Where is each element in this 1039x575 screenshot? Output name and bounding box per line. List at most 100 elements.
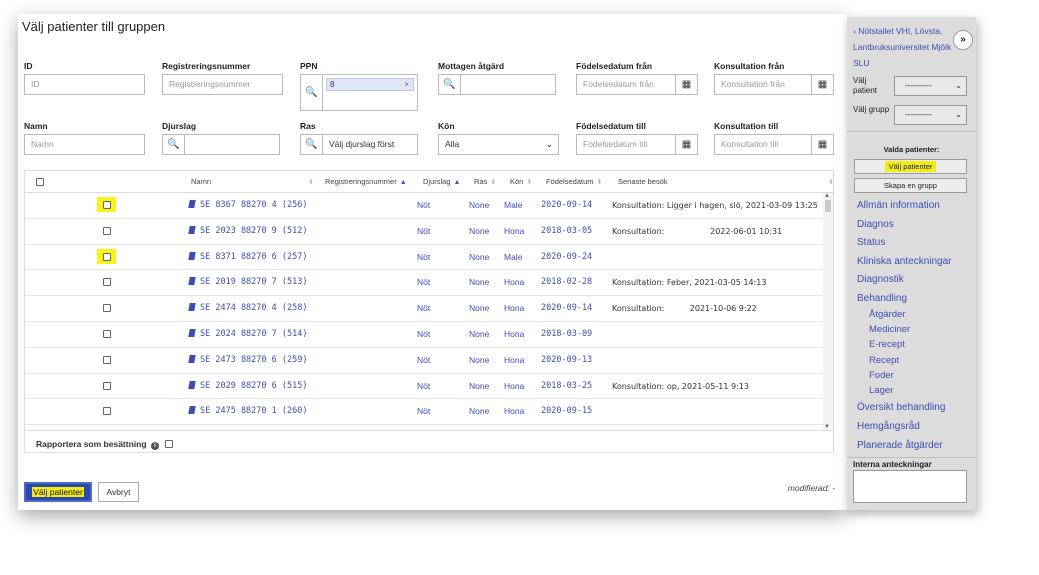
table-scrollbar[interactable]: ▲ ▼ <box>823 193 833 430</box>
sidebar-nav-item[interactable]: Översikt behandling <box>857 402 945 413</box>
sort-asc-icon: ▲ <box>399 179 407 186</box>
konsult-till-input[interactable]: Konsultation till ▦ <box>714 134 834 155</box>
select-all-checkbox[interactable] <box>36 178 44 186</box>
sidebar-nav-item[interactable]: Foder <box>869 370 894 381</box>
collapse-sidebar-button[interactable]: » <box>953 30 973 50</box>
sidebar-nav-item[interactable]: Hemgångsråd <box>857 421 920 432</box>
valj-grupp-select[interactable]: ---------- ⌄ <box>894 105 967 125</box>
location-line-3: SLU <box>853 58 870 68</box>
sidebar-nav-item[interactable]: Status <box>857 237 885 248</box>
col-kon-label: Kön <box>510 177 524 186</box>
fodelse-till-input[interactable]: Födelsedatum till ▦ <box>576 134 698 155</box>
scroll-up-icon[interactable]: ▲ <box>824 193 830 199</box>
col-namn[interactable]: Namn <box>191 171 211 193</box>
row-checkbox[interactable] <box>103 252 111 261</box>
col-senaste-sort[interactable]: ⬍ <box>825 171 834 193</box>
row-checkbox[interactable] <box>103 381 111 390</box>
valda-patienter-label: Valda patienter: <box>883 145 940 154</box>
sidebar-nav-item[interactable]: Recept <box>869 355 899 366</box>
valj-patient-select[interactable]: ---------- ⌄ <box>894 76 967 96</box>
col-kon[interactable]: Kön ⬍ <box>510 171 532 193</box>
patient-link[interactable]: SE 2473 88270 6 (259) <box>188 348 307 373</box>
internal-notes-textarea[interactable] <box>853 470 967 503</box>
table-row[interactable]: SE 2474 88270 4 (258) Nöt None Hona 2020-09-… <box>25 296 825 322</box>
table-row[interactable]: SE 8371 88270 6 (257) Nöt None Male 2020-09-… <box>25 245 825 271</box>
patient-name: SE 2019 88270 7 (513) <box>200 277 308 288</box>
col-senaste[interactable]: Senaste besök <box>618 171 668 193</box>
id-label: ID <box>24 61 33 71</box>
row-checkbox[interactable] <box>103 330 111 338</box>
col-ras-label: Ras <box>474 177 488 186</box>
sidebar-nav-item[interactable]: Diagnos <box>857 219 894 230</box>
kon-select[interactable]: Alla ⌄ <box>438 134 559 155</box>
col-regnr[interactable]: Registreringsnummer ▲ <box>325 171 407 193</box>
sidebar-nav-item[interactable]: Behandling <box>857 293 907 304</box>
patient-link[interactable]: SE 8371 88270 6 (257) <box>188 245 307 270</box>
patient-link[interactable]: SE 2019 88270 7 (513) <box>188 270 308 295</box>
breed-cell: None <box>469 200 490 210</box>
table-row[interactable]: SE 2475 88270 1 (260) Nöt None Hona 2020-09-… <box>25 399 825 426</box>
location-header[interactable]: › Nötstallet VHI, Lövsta, Lantbruksunive… <box>853 23 965 71</box>
create-group-button[interactable]: Skapa en grupp <box>854 178 967 193</box>
table-row[interactable]: SE 8367 88270 4 (256) Nöt None Male 2020-09-… <box>25 193 825 219</box>
row-checkbox[interactable] <box>103 278 111 287</box>
sidebar-nav-item[interactable]: E-recept <box>869 339 905 350</box>
mottagen-label: Mottagen åtgärd <box>438 61 505 71</box>
col-djurslag[interactable]: Djurslag ▲ <box>423 171 460 193</box>
table-row[interactable]: SE 2473 88270 6 (259) Nöt None Hona 2020-09-… <box>25 348 825 374</box>
ppn-input[interactable]: 🔍 8 × <box>300 74 418 111</box>
ras-input[interactable]: 🔍 Välj djurslag först <box>300 134 418 155</box>
patient-link[interactable]: SE 2475 88270 1 (260) <box>188 399 307 424</box>
table-row[interactable]: SE 2019 88270 7 (513) Nöt None Hona 2018-02-… <box>25 270 825 297</box>
row-checkbox[interactable] <box>103 201 111 209</box>
sidebar-select-patients-button[interactable]: Välj patienter <box>854 159 967 174</box>
table-row[interactable]: SE 2024 88270 7 (514) Nöt None Hona 2018-03-… <box>25 322 825 348</box>
regnr-input[interactable]: Registreringsnummer <box>162 74 283 95</box>
sidebar-nav-item[interactable]: Åtgärder <box>869 309 905 320</box>
row-checkbox[interactable] <box>103 355 111 364</box>
table-row[interactable]: SE 2023 88270 9 (512) Nöt None Hona 2018-03-… <box>25 219 825 245</box>
col-ras[interactable]: Ras ⬍ <box>474 171 496 193</box>
patient-link[interactable]: SE 8367 88270 4 (256) <box>188 193 307 218</box>
report-checkbox[interactable] <box>165 440 174 448</box>
sidebar-nav-item[interactable]: Planerade åtgärder <box>857 440 943 451</box>
patient-name: SE 2029 88270 6 (515) <box>200 380 308 391</box>
patient-link[interactable]: SE 2029 88270 6 (515) <box>188 374 308 399</box>
sex-cell: Hona <box>504 225 525 236</box>
patient-link[interactable]: SE 2024 88270 7 (514) <box>188 322 307 347</box>
info-icon[interactable]: i <box>150 442 159 450</box>
col-namn-sort[interactable]: ⬍ <box>305 171 314 193</box>
calendar-icon[interactable]: ▦ <box>811 75 833 94</box>
patient-link[interactable]: SE 2023 88270 9 (512) <box>188 219 307 244</box>
sidebar-nav-item[interactable]: Kliniska anteckningar <box>857 256 952 267</box>
djurslag-label: Djurslag <box>162 121 197 131</box>
row-checkbox[interactable] <box>103 226 111 235</box>
calendar-icon[interactable]: ▦ <box>675 75 697 94</box>
fodelse-fran-input[interactable]: Födelsedatum från ▦ <box>576 74 698 95</box>
sidebar-nav-item[interactable]: Diagnostik <box>857 274 904 285</box>
djurslag-input[interactable]: 🔍 <box>162 134 280 155</box>
sidebar-nav-item[interactable]: Mediciner <box>869 324 910 335</box>
breed-cell: None <box>469 277 490 288</box>
location-line-1: Nötstallet VHI, Lövsta, <box>858 26 943 36</box>
row-checkbox[interactable] <box>103 304 111 313</box>
calendar-icon[interactable]: ▦ <box>675 135 697 154</box>
col-fodelsedatum[interactable]: Födelsedatum ⬍ <box>546 171 602 193</box>
sex-cell: Male <box>504 251 523 262</box>
table-row[interactable]: SE 2029 88270 6 (515) Nöt None Hona 2018-03-… <box>25 374 825 400</box>
sidebar-nav-item[interactable]: Allmän information <box>857 200 940 211</box>
id-input[interactable]: ID <box>24 74 145 95</box>
scrollbar-thumb[interactable] <box>825 200 831 212</box>
select-patients-button[interactable]: Välj patienter <box>24 482 92 502</box>
calendar-icon[interactable]: ▦ <box>811 135 833 154</box>
close-icon[interactable]: × <box>404 79 409 90</box>
row-checkbox[interactable] <box>103 407 111 416</box>
ppn-label: PPN <box>300 61 318 71</box>
sidebar-nav-item[interactable]: Lager <box>869 385 893 396</box>
namn-input[interactable]: Namn <box>24 134 145 155</box>
cancel-button[interactable]: Avbryt <box>98 482 139 502</box>
breed-cell: None <box>469 329 490 339</box>
patient-link[interactable]: SE 2474 88270 4 (258) <box>188 296 307 321</box>
mottagen-input[interactable]: 🔍 <box>438 74 556 95</box>
konsult-fran-input[interactable]: Konsultation från ▦ <box>714 74 834 95</box>
